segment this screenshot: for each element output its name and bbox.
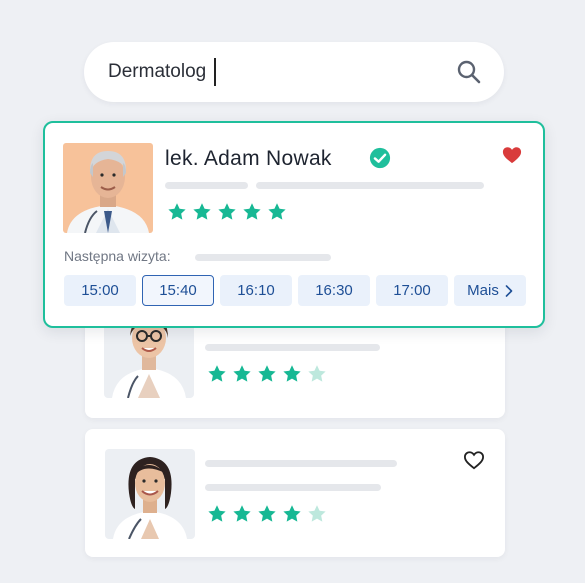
star-icon — [258, 365, 276, 382]
doctor-photo-main — [63, 143, 153, 233]
star-icon — [258, 505, 276, 522]
star-icon — [168, 203, 186, 220]
star-icon — [283, 365, 301, 382]
chevron-right-icon — [505, 284, 513, 297]
text-caret — [214, 58, 216, 86]
rating-stars — [207, 364, 327, 384]
time-slot[interactable]: 16:30 — [298, 275, 370, 306]
placeholder-line — [205, 460, 397, 467]
search-bar[interactable]: Dermatolog — [84, 42, 504, 102]
placeholder-line — [205, 344, 380, 351]
rating-stars — [167, 202, 287, 222]
star-icon — [268, 203, 286, 220]
star-empty-icon — [308, 365, 326, 382]
placeholder-line — [205, 484, 381, 491]
star-icon — [283, 505, 301, 522]
time-slot-selected[interactable]: 15:40 — [142, 275, 214, 306]
star-icon — [233, 365, 251, 382]
star-icon — [208, 365, 226, 382]
heart-filled-icon[interactable] — [501, 145, 523, 165]
verified-check-icon — [369, 147, 391, 169]
doctor-card-main[interactable]: lek. Adam Nowak Następna wizyta: 15:00 1… — [43, 121, 545, 328]
doctor-name[interactable]: lek. Adam Nowak — [165, 147, 332, 171]
next-visit-label: Następna wizyta: — [64, 248, 171, 264]
star-icon — [193, 203, 211, 220]
search-icon[interactable] — [456, 59, 482, 85]
doctor-card-3[interactable] — [85, 429, 505, 557]
more-slots-label: Mais — [467, 282, 499, 299]
star-icon — [233, 505, 251, 522]
star-icon — [243, 203, 261, 220]
star-icon — [218, 203, 236, 220]
placeholder-line — [165, 182, 248, 189]
time-slot[interactable]: 15:00 — [64, 275, 136, 306]
heart-outline-icon[interactable] — [463, 450, 485, 470]
time-slots: 15:00 15:40 16:10 16:30 17:00 Mais — [64, 275, 526, 306]
more-slots-button[interactable]: Mais — [454, 275, 526, 306]
placeholder-line — [195, 254, 331, 261]
star-icon — [208, 505, 226, 522]
placeholder-line — [256, 182, 484, 189]
search-input[interactable]: Dermatolog — [108, 61, 206, 83]
rating-stars — [207, 504, 327, 524]
time-slot[interactable]: 16:10 — [220, 275, 292, 306]
doctor-photo-3 — [105, 449, 195, 539]
time-slot[interactable]: 17:00 — [376, 275, 448, 306]
star-empty-icon — [308, 505, 326, 522]
